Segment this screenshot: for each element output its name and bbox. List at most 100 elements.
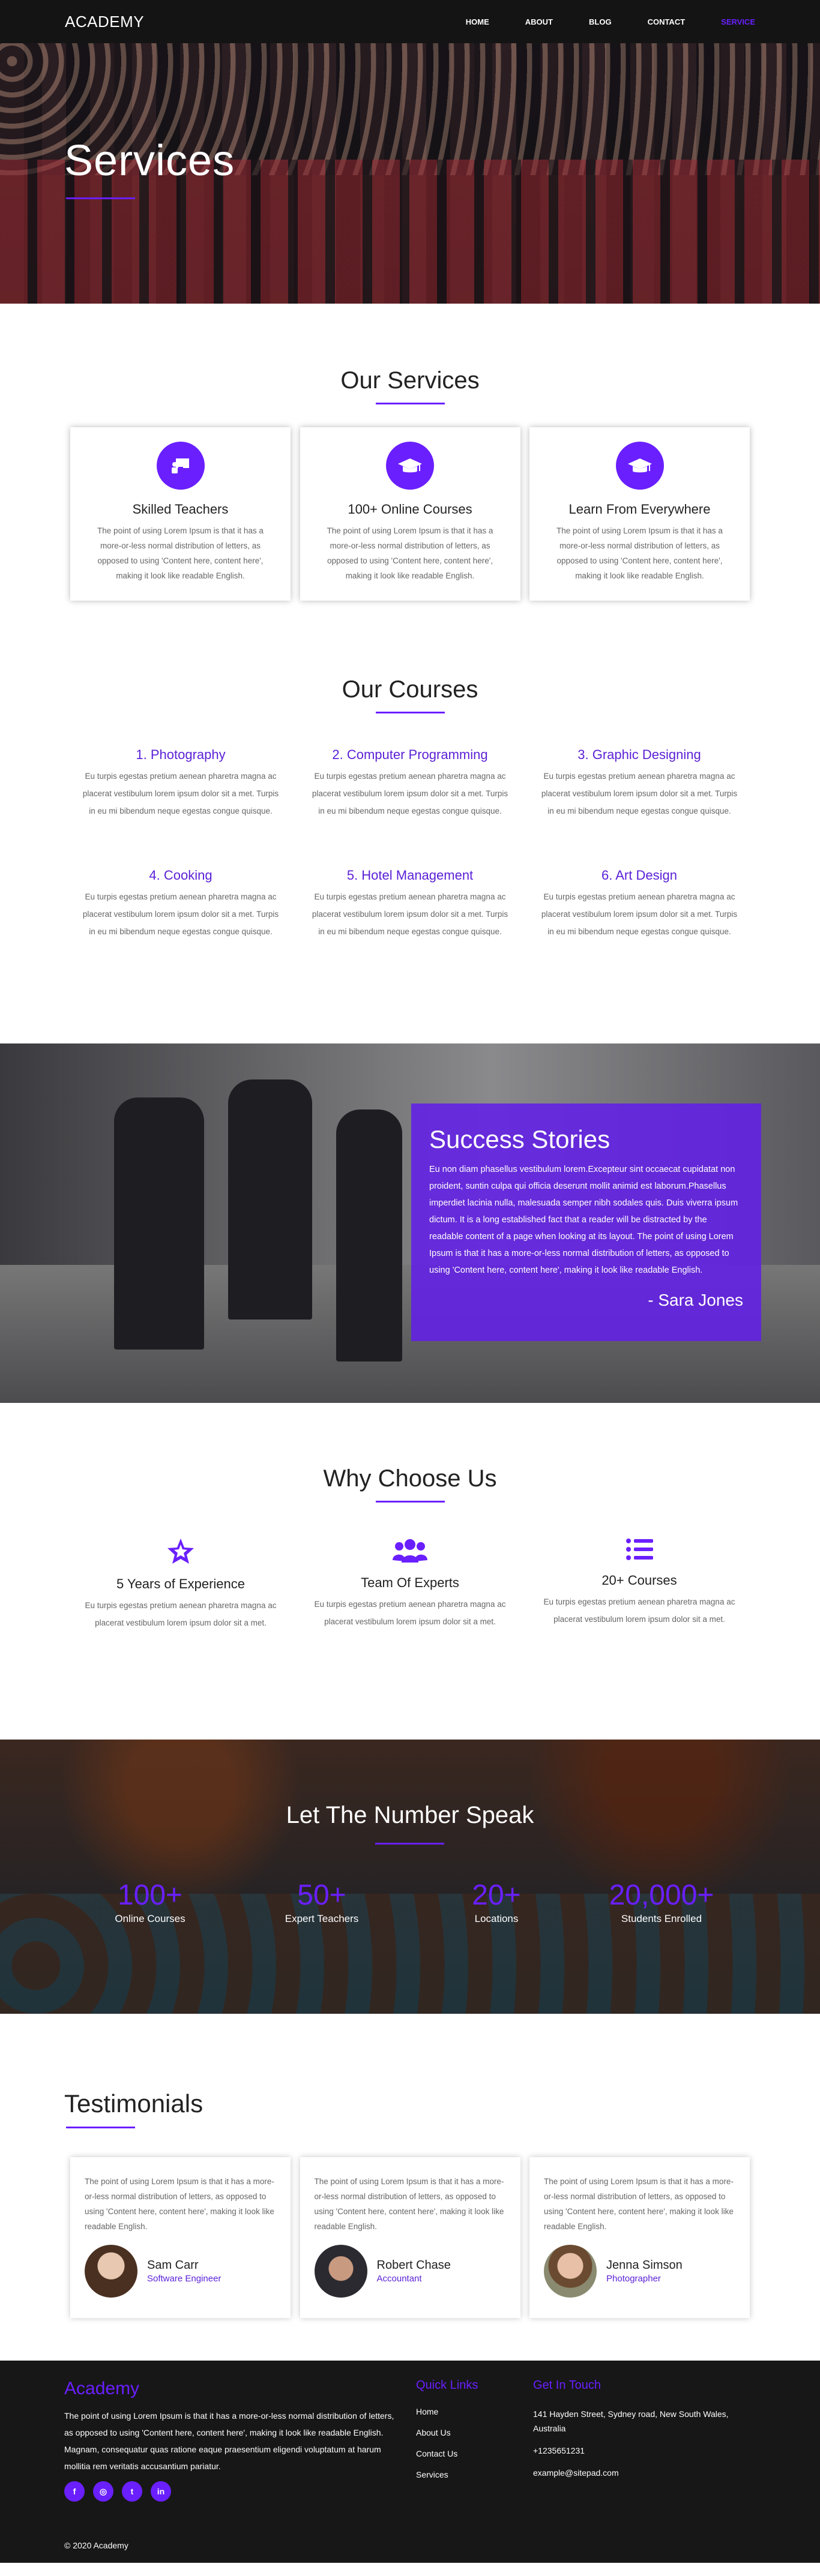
nav-contact-link[interactable]: CONTACT xyxy=(648,17,686,26)
testimonial-name: Jenna Simson xyxy=(606,2259,683,2272)
course-title[interactable]: 2. Computer Programming xyxy=(308,747,512,763)
service-text: The point of using Lorem Ipsum is that i… xyxy=(97,526,264,580)
contact-address: 141 Hayden Street, Sydney road, New Sout… xyxy=(533,2409,729,2433)
course-text: Eu turpis egestas pretium aenean pharetr… xyxy=(541,772,738,815)
linkedin-icon[interactable]: in xyxy=(151,2481,171,2502)
footer-link-services[interactable]: Services xyxy=(416,2470,457,2479)
nav-home-link[interactable]: HOME xyxy=(466,17,489,26)
course-text: Eu turpis egestas pretium aenean pharetr… xyxy=(82,772,279,815)
graduation-cap-icon xyxy=(386,442,434,490)
course-item: 1. Photography Eu turpis egestas pretium… xyxy=(79,747,283,820)
testimonial-card: The point of using Lorem Ipsum is that i… xyxy=(529,2157,750,2318)
service-title: Skilled Teachers xyxy=(132,502,229,517)
background-student-figure xyxy=(114,1097,204,1350)
title-underline xyxy=(375,1501,445,1503)
star-icon xyxy=(166,1539,195,1567)
stat-value: 20+ xyxy=(472,1879,521,1911)
footer-about-text: The point of using Lorem Ipsum is that i… xyxy=(64,2411,394,2471)
quick-links: Home About Us Contact Us Services xyxy=(416,2407,457,2491)
course-title[interactable]: 6. Art Design xyxy=(537,868,741,883)
success-author: - Sara Jones xyxy=(648,1291,743,1309)
why-item-title: 20+ Courses xyxy=(601,1573,677,1588)
site-footer: Academy The point of using Lorem Ipsum i… xyxy=(0,2361,820,2563)
testimonial-text: The point of using Lorem Ipsum is that i… xyxy=(314,2177,504,2231)
testimonial-role: Software Engineer xyxy=(147,2274,222,2284)
numbers-title: Let The Number Speak xyxy=(286,1802,534,1828)
footer-link-home[interactable]: Home xyxy=(416,2407,457,2416)
site-logo[interactable]: ACADEMY xyxy=(65,13,144,31)
why-item-text: Eu turpis egestas pretium aenean pharetr… xyxy=(85,1601,277,1627)
course-title[interactable]: 5. Hotel Management xyxy=(308,868,512,883)
nav-service-link[interactable]: SERVICE xyxy=(721,17,755,26)
stat-value: 20,000+ xyxy=(609,1879,714,1911)
title-underline xyxy=(375,1843,444,1845)
testimonial-name: Sam Carr xyxy=(147,2259,199,2272)
testimonial-name: Robert Chase xyxy=(376,2259,451,2272)
course-title[interactable]: 3. Graphic Designing xyxy=(537,747,741,763)
nav-blog-link[interactable]: BLOG xyxy=(589,17,612,26)
testimonial-text: The point of using Lorem Ipsum is that i… xyxy=(85,2177,274,2231)
why-item: 20+ Courses Eu turpis egestas pretium ae… xyxy=(537,1537,741,1632)
stat-item: 50+ Expert Teachers xyxy=(280,1879,364,1925)
background-student-figure xyxy=(336,1109,402,1362)
services-title: Our Services xyxy=(340,367,480,394)
success-story-box: Success Stories Eu non diam phasellus ve… xyxy=(411,1103,761,1341)
testimonial-card: The point of using Lorem Ipsum is that i… xyxy=(70,2157,291,2318)
avatar xyxy=(85,2245,137,2298)
facebook-icon[interactable]: f xyxy=(64,2481,85,2502)
instagram-icon[interactable]: ◎ xyxy=(93,2481,113,2502)
list-icon xyxy=(626,1539,653,1564)
twitter-icon[interactable]: t xyxy=(122,2481,142,2502)
why-item: Team Of Experts Eu turpis egestas pretiu… xyxy=(308,1537,512,1632)
service-text: The point of using Lorem Ipsum is that i… xyxy=(556,526,723,580)
contact-phone[interactable]: +1235651231 xyxy=(533,2443,749,2458)
footer-brand[interactable]: Academy xyxy=(64,2379,139,2399)
success-title: Success Stories xyxy=(429,1125,610,1153)
numbers-section: Let The Number Speak 100+ Online Courses… xyxy=(0,1740,820,2014)
footer-link-contact[interactable]: Contact Us xyxy=(416,2449,457,2458)
title-underline xyxy=(375,712,445,713)
contact-email[interactable]: example@sitepad.com xyxy=(533,2466,749,2480)
testimonial-role: Accountant xyxy=(376,2274,422,2284)
course-item: 4. Cooking Eu turpis egestas pretium aen… xyxy=(79,868,283,940)
why-item-text: Eu turpis egestas pretium aenean pharetr… xyxy=(314,1600,506,1626)
courses-title: Our Courses xyxy=(342,676,478,703)
main-menu: HOME ABOUT BLOG CONTACT SERVICE xyxy=(430,17,755,26)
title-underline xyxy=(375,403,445,404)
graduation-cap-icon xyxy=(615,442,664,490)
avatar xyxy=(544,2245,597,2298)
avatar xyxy=(314,2245,367,2298)
stat-value: 100+ xyxy=(117,1879,183,1911)
service-card: 100+ Online Courses The point of using L… xyxy=(300,427,520,601)
social-links: f ◎ t in xyxy=(64,2481,171,2502)
stat-item: 20,000+ Students Enrolled xyxy=(601,1879,722,1925)
why-item-text: Eu turpis egestas pretium aenean pharetr… xyxy=(543,1597,735,1624)
service-card: Learn From Everywhere The point of using… xyxy=(529,427,750,601)
contact-title: Get In Touch xyxy=(533,2379,601,2392)
stat-item: 100+ Online Courses xyxy=(108,1879,192,1925)
course-item: 3. Graphic Designing Eu turpis egestas p… xyxy=(537,747,741,820)
course-item: 6. Art Design Eu turpis egestas pretium … xyxy=(537,868,741,940)
success-stories-section: Success Stories Eu non diam phasellus ve… xyxy=(0,1043,820,1403)
course-item: 2. Computer Programming Eu turpis egesta… xyxy=(308,747,512,820)
title-underline xyxy=(66,197,135,199)
stat-value: 50+ xyxy=(297,1879,346,1911)
presentation-icon xyxy=(156,442,205,490)
course-title[interactable]: 1. Photography xyxy=(79,747,283,763)
service-title: Learn From Everywhere xyxy=(568,502,711,517)
course-title[interactable]: 4. Cooking xyxy=(79,868,283,883)
nav-about-link[interactable]: ABOUT xyxy=(525,17,553,26)
success-text: Eu non diam phasellus vestibulum lorem.E… xyxy=(429,1165,738,1275)
stat-label: Students Enrolled xyxy=(621,1913,702,1924)
stat-item: 20+ Locations xyxy=(454,1879,538,1925)
courses-section: Our Courses 1. Photography Eu turpis ege… xyxy=(0,637,820,1043)
course-text: Eu turpis egestas pretium aenean pharetr… xyxy=(312,892,508,936)
services-section: Our Services Skilled Teachers The point … xyxy=(0,304,820,637)
testimonial-text: The point of using Lorem Ipsum is that i… xyxy=(544,2177,734,2231)
top-navbar: ACADEMY HOME ABOUT BLOG CONTACT SERVICE xyxy=(0,0,820,43)
service-title: 100+ Online Courses xyxy=(348,502,472,517)
footer-link-about[interactable]: About Us xyxy=(416,2428,457,2437)
contact-info: 141 Hayden Street, Sydney road, New Sout… xyxy=(533,2407,749,2488)
stat-label: Online Courses xyxy=(115,1913,185,1924)
why-item-title: Team Of Experts xyxy=(361,1575,459,1590)
